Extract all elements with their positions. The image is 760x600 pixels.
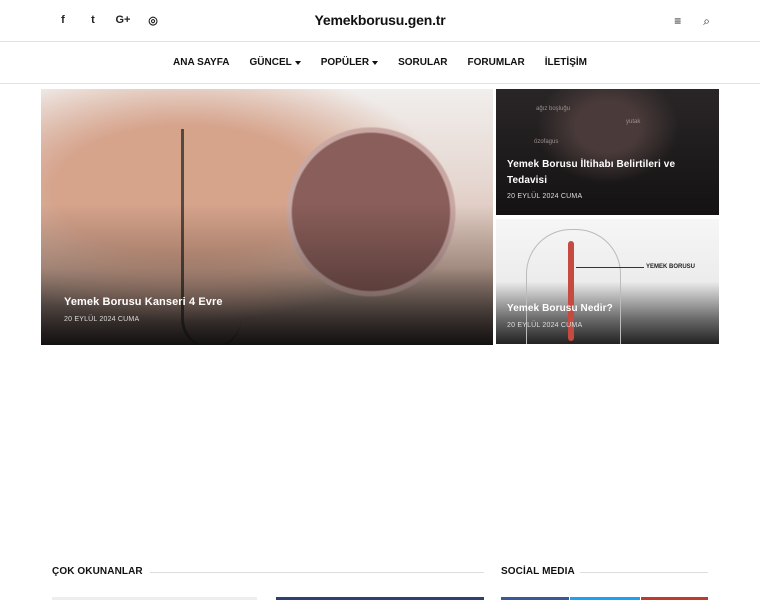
section-divider: [150, 572, 484, 573]
top-bar: f t G+ ◎ Yemekborusu.gen.tr ≡ ⌕: [0, 0, 760, 42]
main-nav: ANA SAYFA GÜNCEL POPÜLER SORULAR FORUMLA…: [0, 42, 760, 84]
search-icon[interactable]: ⌕: [703, 14, 710, 29]
nav-label: GÜNCEL: [249, 57, 292, 68]
menu-icon[interactable]: ≡: [674, 14, 681, 29]
section-divider: [580, 572, 708, 573]
nav-label: İLETİŞİM: [544, 57, 587, 68]
header-actions: ≡ ⌕: [674, 14, 710, 29]
caret-down-icon: [294, 60, 301, 65]
featured-side-2-date: 20 EYLÜL 2024 CUMA: [507, 322, 583, 329]
nav-label: POPÜLER: [320, 57, 370, 68]
nav-label: ANA SAYFA: [173, 57, 230, 68]
nav-label: FORUMLAR: [467, 57, 525, 68]
nav-item-forumlar[interactable]: FORUMLAR: [468, 57, 525, 68]
featured-side-1-date: 20 EYLÜL 2024 CUMA: [507, 193, 583, 200]
featured-side-card-1[interactable]: ağız boşluğu yutak özofagus Yemek Borusu…: [496, 89, 719, 215]
featured-side-card-2[interactable]: YEMEK BORUSU Yemek Borusu Nedir? 20 EYLÜ…: [496, 219, 719, 344]
featured-main-card[interactable]: Yemek Borusu Kanseri 4 Evre 20 EYLÜL 202…: [41, 89, 493, 345]
nav-label: SORULAR: [398, 57, 448, 68]
featured-main-date: 20 EYLÜL 2024 CUMA: [64, 316, 140, 323]
image-label: YEMEK BORUSU: [646, 264, 696, 270]
nav-item-guncel[interactable]: GÜNCEL: [250, 57, 301, 68]
featured-main-title[interactable]: Yemek Borusu Kanseri 4 Evre: [64, 296, 223, 308]
image-label: ağız boşluğu: [536, 106, 571, 112]
nav-item-ana-sayfa[interactable]: ANA SAYFA: [173, 57, 230, 68]
nav-item-iletisim[interactable]: İLETİŞİM: [545, 57, 587, 68]
section-heading-social-media: SOCİAL MEDIA: [501, 566, 575, 577]
image-label: özofagus: [534, 139, 559, 145]
nav-item-sorular[interactable]: SORULAR: [398, 57, 447, 68]
caret-down-icon: [372, 60, 379, 65]
section-heading-most-read: ÇOK OKUNANLAR: [52, 566, 143, 577]
featured-side-2-title[interactable]: Yemek Borusu Nedir?: [507, 303, 613, 314]
nav-item-populer[interactable]: POPÜLER: [320, 57, 379, 68]
illustration-pointer: [576, 267, 644, 268]
featured-side-1-title[interactable]: Yemek Borusu İltihabı Belirtileri ve Ted…: [507, 157, 712, 189]
site-title[interactable]: Yemekborusu.gen.tr: [315, 12, 446, 28]
image-label: yutak: [626, 119, 641, 125]
